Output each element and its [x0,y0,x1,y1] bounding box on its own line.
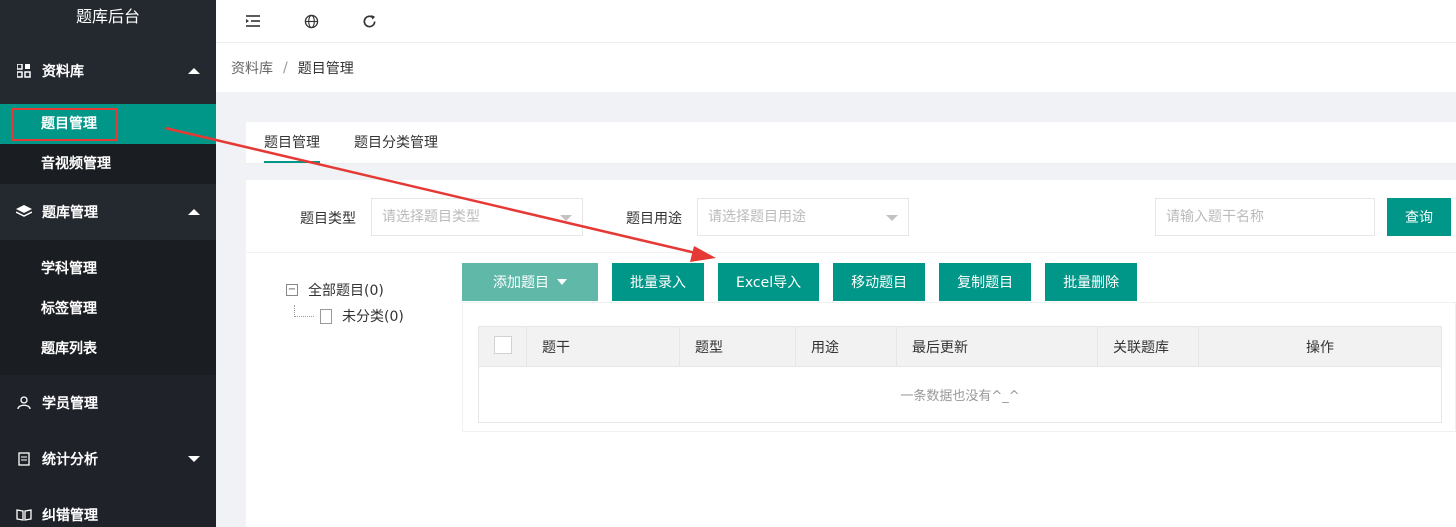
app-title: 题库后台 [0,0,216,38]
sidebar-submenu-bank: 学科管理 标签管理 题库列表 [0,240,216,375]
filter-bar: 题目类型 请选择题目类型 题目用途 请选择题目用途 查询 [246,198,1456,236]
col-updated: 最后更新 [896,326,1098,367]
sidebar-group-label: 学员管理 [42,396,98,412]
col-stem: 题干 [526,326,680,367]
annotation-highlight-box [11,108,118,141]
usage-select-placeholder: 请选择题目用途 [708,209,806,225]
sidebar-group-label: 统计分析 [42,452,98,468]
top-toolbar [216,0,1456,42]
chevron-up-icon [188,68,200,74]
type-filter-label: 题目类型 [300,211,356,227]
col-bank: 关联题库 [1097,326,1199,367]
tree-node-label[interactable]: 未分类(0) [342,306,404,326]
book-icon [16,507,32,523]
sidebar-group-student[interactable]: 学员管理 [0,375,216,431]
menu-collapse-icon[interactable] [244,12,262,30]
grid-icon [16,63,32,79]
empty-message: 一条数据也没有^_^ [478,366,1442,423]
search-input[interactable] [1155,198,1375,236]
sidebar-item-tag[interactable]: 标签管理 [0,289,216,329]
tree-node-uncategorized[interactable]: 未分类(0) [286,303,404,329]
select-all-cell [478,326,527,367]
sidebar-group-errata[interactable]: 纠错管理 [0,487,216,527]
user-icon [16,395,32,411]
tree-node-label[interactable]: 全部题目(0) [308,280,384,300]
usage-select[interactable]: 请选择题目用途 [697,198,909,236]
question-table-container: 题干 题型 用途 最后更新 关联题库 操作 一条数据也没有^_^ [462,302,1456,432]
sidebar-item-question-manage[interactable]: 题目管理 [0,104,216,144]
sidebar-group-label: 题库管理 [42,205,98,221]
sidebar-group-label: 纠错管理 [42,508,98,524]
main-panel: 题目类型 请选择题目类型 题目用途 请选择题目用途 查询 − 全部题目(0) 未… [246,180,1456,527]
chevron-down-icon [886,215,898,221]
chevron-down-icon [560,215,572,221]
copy-question-button[interactable]: 复制题目 [939,263,1032,301]
sidebar-group-bank[interactable]: 题库管理 [0,184,216,240]
add-question-label: 添加题目 [493,275,549,291]
sidebar-group-library[interactable]: 资料库 [0,38,216,104]
action-bar: 添加题目 批量录入 Excel导入 移动题目 复制题目 批量删除 [462,263,1151,301]
col-actions: 操作 [1198,326,1442,367]
tree-node-root[interactable]: − 全部题目(0) [286,277,404,303]
sidebar-group-stats[interactable]: 统计分析 [0,431,216,487]
type-select[interactable]: 请选择题目类型 [371,198,583,236]
sidebar-item-subject[interactable]: 学科管理 [0,249,216,289]
batch-delete-button[interactable]: 批量删除 [1045,263,1138,301]
col-usage: 用途 [795,326,897,367]
sidebar-submenu-library: 题目管理 音视频管理 [0,104,216,184]
breadcrumb-separator: / [283,59,288,76]
move-question-button[interactable]: 移动题目 [833,263,926,301]
chevron-down-icon [188,456,200,462]
divider [246,252,1456,253]
breadcrumb-root[interactable]: 资料库 [231,58,273,78]
tab-bar: 题目管理 题目分类管理 [246,122,1456,164]
query-button[interactable]: 查询 [1387,198,1451,236]
table-empty-row: 一条数据也没有^_^ [478,366,1442,423]
sidebar: 题库后台 资料库 题目管理 音视频管理 题库管理 学科管理 标签管理 题库列表 … [0,0,216,527]
file-icon [320,308,332,324]
tab-question-category[interactable]: 题目分类管理 [354,132,438,163]
layers-icon [16,204,32,220]
globe-icon[interactable] [302,12,320,30]
refresh-icon[interactable] [360,12,378,30]
breadcrumb: 资料库 / 题目管理 [216,42,1456,92]
sidebar-item-bank-list[interactable]: 题库列表 [0,329,216,369]
sidebar-item-media-manage[interactable]: 音视频管理 [0,144,216,184]
usage-filter-label: 题目用途 [626,211,682,227]
table-header-row: 题干 题型 用途 最后更新 关联题库 操作 [478,326,1442,367]
sidebar-group-label: 资料库 [42,64,84,80]
add-question-button[interactable]: 添加题目 [462,263,598,301]
category-tree: − 全部题目(0) 未分类(0) [286,277,404,329]
chevron-up-icon [188,209,200,215]
tab-question-manage[interactable]: 题目管理 [264,132,320,163]
excel-import-button[interactable]: Excel导入 [718,263,820,301]
question-table: 题干 题型 用途 最后更新 关联题库 操作 一条数据也没有^_^ [478,326,1442,423]
tree-connector [294,305,314,317]
caret-down-icon [557,279,567,285]
batch-input-button[interactable]: 批量录入 [612,263,704,301]
collapse-icon[interactable]: − [286,284,298,296]
clipboard-icon [16,451,32,467]
breadcrumb-current: 题目管理 [297,60,354,77]
type-select-placeholder: 请选择题目类型 [382,209,480,225]
col-type: 题型 [679,326,796,367]
select-all-checkbox[interactable] [494,335,512,354]
